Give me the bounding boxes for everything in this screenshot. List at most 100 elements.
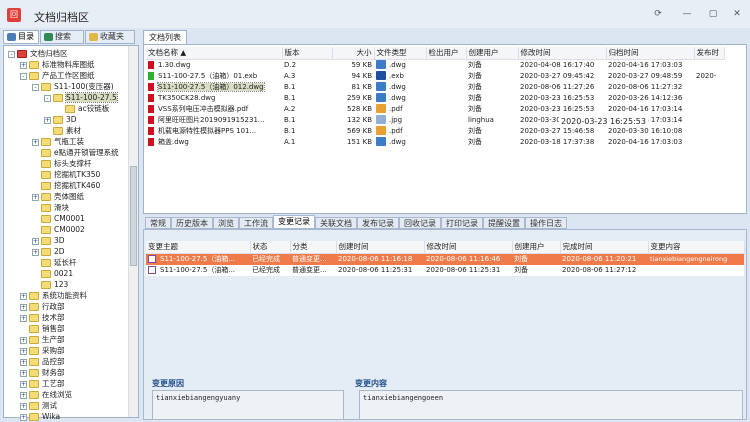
expand-icon[interactable]: + bbox=[20, 369, 27, 377]
expand-icon[interactable]: + bbox=[20, 402, 27, 410]
tab-6[interactable]: 发布记录 bbox=[357, 217, 399, 229]
tree-node[interactable]: +3D bbox=[44, 114, 77, 125]
tab-5[interactable]: 关联文档 bbox=[315, 217, 357, 229]
collapse-icon[interactable]: - bbox=[8, 50, 15, 58]
tab-8[interactable]: 打印记录 bbox=[441, 217, 483, 229]
tree-node[interactable]: 挖掘机TK460 bbox=[32, 180, 100, 191]
column-header[interactable]: 变更内容 bbox=[648, 241, 745, 254]
tab-10[interactable]: 操作日志 bbox=[525, 217, 567, 229]
close-button[interactable]: ✕ bbox=[730, 9, 744, 19]
table-row[interactable]: TK350CK28.dwg B.1 259 KB .dwg 刘备 2020-03-23 1… bbox=[146, 93, 724, 104]
tab-4[interactable]: 变更记录 bbox=[273, 215, 315, 229]
tree-node[interactable]: 123 bbox=[32, 279, 68, 290]
tab-2[interactable]: 浏览 bbox=[213, 217, 239, 229]
expand-icon[interactable]: + bbox=[20, 303, 27, 311]
column-header[interactable]: 分类 bbox=[290, 241, 337, 254]
expand-icon[interactable]: + bbox=[32, 237, 39, 245]
tab-7[interactable]: 回收记录 bbox=[399, 217, 441, 229]
column-header[interactable]: 版本 bbox=[282, 47, 333, 60]
table-row[interactable]: S11-100-27.5（油箱）01.exb A.3 94 KB .exb 刘备 2020… bbox=[146, 71, 724, 82]
column-header[interactable]: 发布时 bbox=[694, 47, 725, 60]
column-header[interactable]: 修改时间 bbox=[424, 241, 513, 254]
tree-node[interactable]: + 技术部 bbox=[20, 312, 65, 323]
collapse-icon[interactable]: - bbox=[32, 83, 39, 91]
tab-favorites[interactable]: 收藏夹 bbox=[85, 30, 135, 44]
tab-1[interactable]: 历史版本 bbox=[171, 217, 213, 229]
restore-button[interactable]: ⟳ bbox=[651, 9, 665, 19]
column-header[interactable]: 创建用户 bbox=[512, 241, 561, 254]
column-header[interactable]: 归档时间 bbox=[606, 47, 695, 60]
table-row[interactable]: S11-100-27.5（油箱... 已经完成 普通变更... 2020-08-06 … bbox=[146, 253, 744, 265]
expand-icon[interactable]: + bbox=[32, 248, 39, 256]
column-header[interactable]: 完成时间 bbox=[560, 241, 649, 254]
tree-node[interactable]: CM0002 bbox=[32, 224, 85, 235]
tree-node[interactable]: +3D bbox=[32, 235, 65, 246]
table-row[interactable]: 1.30.dwg D.2 59 KB .dwg 刘备 2020-04-08 16:17:4… bbox=[146, 59, 724, 71]
tree-node[interactable]: 挖掘机TK350 bbox=[32, 169, 100, 180]
tab-3[interactable]: 工作流 bbox=[239, 217, 273, 229]
tab-9[interactable]: 提醒设置 bbox=[483, 217, 525, 229]
tree-node[interactable]: + 品控部 bbox=[20, 356, 65, 367]
tree-node[interactable]: - 产品工作区图纸 bbox=[20, 70, 95, 81]
column-header[interactable]: 大小 bbox=[332, 47, 375, 60]
column-header[interactable]: 创建时间 bbox=[336, 241, 425, 254]
expand-icon[interactable]: + bbox=[32, 193, 39, 201]
expand-icon[interactable]: + bbox=[32, 138, 39, 146]
table-row[interactable]: VSS系列电压冲击模拟器.pdf A.2 528 KB .pdf 刘备 2020-03-2… bbox=[146, 104, 724, 115]
collapse-icon[interactable]: - bbox=[20, 72, 27, 80]
tree-node[interactable]: 素材 bbox=[44, 125, 81, 136]
tab-document-list[interactable]: 文档列表 bbox=[143, 30, 187, 44]
column-header[interactable]: 文档名称 ▲ bbox=[146, 47, 283, 60]
expand-icon[interactable]: + bbox=[20, 336, 27, 344]
tree-node[interactable]: CM0001 bbox=[32, 213, 85, 224]
tree-node[interactable]: + Wika bbox=[20, 411, 60, 422]
change-reason-field[interactable]: tianxiebiangengyuany bbox=[152, 390, 344, 420]
tree-node[interactable]: + 生产部 bbox=[20, 334, 65, 345]
expand-icon[interactable]: + bbox=[20, 292, 27, 300]
table-row[interactable]: S11-100-27.5（油箱）012.dwg B.1 81 KB .dwg 刘备 202… bbox=[146, 81, 724, 93]
column-header[interactable]: 检出用户 bbox=[426, 47, 467, 60]
column-header[interactable]: 变更主题 bbox=[146, 241, 251, 254]
tree-node[interactable]: + 工艺部 bbox=[20, 378, 65, 389]
tree-node[interactable]: + 测试 bbox=[20, 400, 57, 411]
column-header[interactable]: 状态 bbox=[250, 241, 291, 254]
tab-0[interactable]: 常规 bbox=[145, 217, 171, 229]
tree-node[interactable]: + 壳体图纸 bbox=[32, 191, 84, 202]
expand-icon[interactable]: + bbox=[20, 358, 27, 366]
scrollbar-thumb[interactable] bbox=[130, 166, 137, 266]
expand-icon[interactable]: + bbox=[20, 347, 27, 355]
column-header[interactable]: 文件类型 bbox=[374, 47, 427, 60]
tree-node[interactable]: + 气瓶工装 bbox=[32, 136, 84, 147]
tree-node[interactable]: 延长杆 bbox=[32, 257, 77, 268]
table-row[interactable]: 机载电源特性模拟器PPS 101... B.1 569 KB .pdf 刘备 2020-0… bbox=[146, 126, 724, 137]
column-header[interactable]: 修改时间 bbox=[518, 47, 607, 60]
tree-node[interactable]: + 行政部 bbox=[20, 301, 65, 312]
table-row[interactable]: S11-100-27.5（油箱... 已经完成 普通变更... 2020-08-06 … bbox=[146, 264, 744, 276]
tree-node[interactable]: e點通开锁管理系统 bbox=[32, 147, 119, 158]
tree-node[interactable]: 滑块 bbox=[32, 202, 69, 213]
tree-node[interactable]: - S11-100-27.5 bbox=[44, 92, 118, 103]
tree-node[interactable]: ac铰链板 bbox=[56, 103, 109, 114]
expand-icon[interactable]: + bbox=[44, 116, 51, 124]
tree-scrollbar[interactable] bbox=[128, 46, 138, 417]
tree-node[interactable]: +2D bbox=[32, 246, 65, 257]
tree-node[interactable]: + 财务部 bbox=[20, 367, 65, 378]
tree-node[interactable]: + 系统功能资料 bbox=[20, 290, 87, 301]
tree-node[interactable]: - S11-100(变压器) bbox=[32, 81, 114, 92]
collapse-icon[interactable]: - bbox=[44, 94, 51, 102]
tab-directory[interactable]: 目录 bbox=[3, 30, 39, 44]
column-header[interactable]: 创建用户 bbox=[466, 47, 519, 60]
tree-node[interactable]: 标头支撑杆 bbox=[32, 158, 92, 169]
expand-icon[interactable]: + bbox=[20, 61, 27, 69]
table-row[interactable]: 箱盖.dwg A.1 151 KB .dwg 刘备 2020-03-18 17:37:38… bbox=[146, 137, 724, 148]
tree-node[interactable]: - 文档归档区 bbox=[8, 48, 68, 59]
expand-icon[interactable]: + bbox=[20, 380, 27, 388]
tree-node[interactable]: + 在线浏览 bbox=[20, 389, 72, 400]
expand-icon[interactable]: + bbox=[20, 391, 27, 399]
minimize-button[interactable]: — bbox=[680, 9, 694, 19]
tab-search[interactable]: 搜索 bbox=[40, 30, 84, 44]
maximize-button[interactable]: ▢ bbox=[706, 9, 720, 19]
expand-icon[interactable]: + bbox=[20, 314, 27, 322]
change-content-field[interactable]: tianxiebiangengoeen bbox=[359, 390, 743, 420]
tree-node[interactable]: 0021 bbox=[32, 268, 73, 279]
